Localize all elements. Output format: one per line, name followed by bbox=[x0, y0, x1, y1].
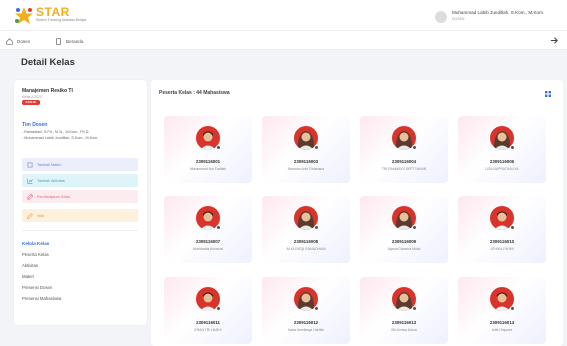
menu-item-activities[interactable]: Aktivitas bbox=[22, 263, 38, 268]
status-dot bbox=[216, 145, 221, 150]
star-logo-icon bbox=[15, 7, 33, 24]
course-name: Manajemen Resiko TI bbox=[22, 88, 73, 94]
student-card[interactable]: 2309116010 ATHIKA FAHMI bbox=[458, 196, 546, 263]
menu-item-materials[interactable]: Materi bbox=[22, 274, 34, 279]
student-name: Alyssa Dianeira Mutia bbox=[387, 247, 421, 251]
participants-panel: Peserta Kelas : 44 Mahasiswa 2309116001 M… bbox=[151, 80, 563, 346]
nav-item-label: Dosen bbox=[17, 38, 31, 44]
student-card[interactable]: 2309116003 Nauman Arini Fitriahana bbox=[262, 116, 350, 183]
document-icon bbox=[27, 162, 33, 167]
button-label: Nilai bbox=[37, 213, 45, 218]
class-info-card: Manajemen Resiko TI Kelas A 2023 GANJIL … bbox=[14, 80, 147, 325]
student-card[interactable]: 2309116012 Nada Amelissya Hardini bbox=[262, 277, 350, 344]
logo-subtitle: Sistem Tracking Aktivitas Belajar bbox=[36, 18, 87, 22]
student-name: ALYA RIZQI RAMADHANI bbox=[286, 247, 326, 251]
student-nim: 2309116008 bbox=[293, 239, 319, 244]
student-nim: 2309116012 bbox=[293, 320, 319, 325]
status-dot bbox=[510, 225, 515, 230]
add-material-button[interactable]: Tambah Materi bbox=[22, 158, 138, 171]
status-dot bbox=[314, 225, 319, 230]
menu-item-participants[interactable]: Peserta Kelas bbox=[22, 252, 49, 257]
student-card[interactable]: 2309116004 TRI RAHMAYU SEPTYAHAN bbox=[360, 116, 448, 183]
user-name[interactable]: Muhammad Labib Jundillah, S.Kom., M.Kom. bbox=[452, 10, 544, 15]
student-name: Muhammad Nur Fadilah bbox=[189, 167, 227, 171]
nav-bar: Dosen Beranda bbox=[0, 30, 567, 50]
menu-item-lecturer-attendance[interactable]: Presensi Dosen bbox=[22, 285, 52, 290]
student-nim: 2309116009 bbox=[391, 239, 417, 244]
arrow-right-icon[interactable] bbox=[550, 36, 559, 45]
student-card[interactable]: 2309116013 Siti Annisa Adura bbox=[360, 277, 448, 344]
status-dot bbox=[412, 306, 417, 311]
student-name: Aditri Saputra bbox=[491, 328, 513, 332]
status-dot bbox=[314, 306, 319, 311]
button-label: Pembelajaran Kelas bbox=[37, 194, 71, 199]
student-card[interactable]: 2309116014 Aditri Saputra bbox=[458, 277, 546, 344]
student-name: ERAN TRI HADHI bbox=[194, 328, 222, 332]
student-name: Nada Amelissya Hardini bbox=[288, 328, 324, 332]
grades-button[interactable]: Nilai bbox=[22, 209, 138, 222]
nav-item-label: Beranda bbox=[66, 38, 84, 44]
app-logo[interactable]: STAR Sistem Tracking Aktivitas Belajar bbox=[14, 5, 87, 27]
status-dot bbox=[216, 306, 221, 311]
edit-icon bbox=[27, 212, 33, 219]
student-card[interactable]: 2309116007 Mochtadila Akharusi bbox=[164, 196, 252, 263]
semester-badge: GANJIL bbox=[22, 100, 40, 105]
student-name: LISA NAPRATHALIYA bbox=[485, 167, 519, 171]
chart-icon bbox=[27, 178, 33, 184]
top-bar: STAR Sistem Tracking Aktivitas Belajar M… bbox=[0, 0, 567, 30]
class-teaching-button[interactable]: Pembelajaran Kelas bbox=[22, 190, 138, 203]
document-icon bbox=[56, 37, 61, 45]
student-nim: 2309116003 bbox=[293, 159, 319, 164]
button-label: Tambah Materi bbox=[37, 162, 62, 167]
student-card[interactable]: 2309116009 Alyssa Dianeira Mutia bbox=[360, 196, 448, 263]
student-nim: 2309116013 bbox=[391, 320, 417, 325]
add-activity-button[interactable]: Tambah Aktivitas bbox=[22, 174, 138, 187]
student-nim: 2309116006 bbox=[489, 159, 515, 164]
student-nim: 2309116001 bbox=[195, 159, 221, 164]
divider bbox=[22, 230, 138, 231]
status-dot bbox=[412, 225, 417, 230]
nav-item-dosen[interactable]: Dosen bbox=[6, 36, 30, 46]
grid-view-icon[interactable] bbox=[545, 91, 551, 97]
student-nim: 2309116007 bbox=[195, 239, 221, 244]
button-label: Tambah Aktivitas bbox=[37, 178, 65, 183]
student-name: TRI RAHMAYU SEPTYAHAN bbox=[381, 167, 427, 171]
student-nim: 2309116011 bbox=[196, 320, 220, 325]
course-subtitle: Kelas A 2023 bbox=[22, 95, 42, 99]
student-name: ATHIKA FAHMI bbox=[490, 247, 514, 251]
student-card[interactable]: 2309116001 Muhammad Nur Fadilah bbox=[164, 116, 252, 183]
link-icon bbox=[27, 193, 33, 200]
status-dot bbox=[314, 145, 319, 150]
user-role: DOSEN bbox=[452, 17, 465, 21]
student-nim: 2309116014 bbox=[489, 320, 515, 325]
home-icon bbox=[6, 37, 13, 45]
nav-item-beranda[interactable]: Beranda bbox=[55, 36, 83, 46]
student-card[interactable]: 2309116008 ALYA RIZQI RAMADHANI bbox=[262, 196, 350, 263]
student-name: Mochtadila Akharusi bbox=[192, 247, 224, 251]
status-dot bbox=[412, 145, 417, 150]
menu-item-student-attendance[interactable]: Presensi Mahasiswa bbox=[22, 296, 61, 301]
logo-text: STAR bbox=[36, 5, 70, 19]
status-dot bbox=[510, 145, 515, 150]
participants-header: Peserta Kelas : 44 Mahasiswa bbox=[159, 90, 230, 96]
team-title: Tim Dosen bbox=[22, 122, 48, 128]
status-dot bbox=[216, 225, 221, 230]
menu-title: Kelola Kelas bbox=[22, 241, 50, 246]
student-nim: 2309116010 bbox=[489, 239, 515, 244]
status-dot bbox=[510, 306, 515, 311]
student-name: Siti Annisa Adura bbox=[391, 328, 417, 332]
student-card[interactable]: 2309116011 ERAN TRI HADHI bbox=[164, 277, 252, 344]
team-member: - Muhammad Labib Jundillah, S.Kom., M.Ko… bbox=[22, 136, 99, 140]
student-card[interactable]: 2309116006 LISA NAPRATHALIYA bbox=[458, 116, 546, 183]
team-member: - Ramadiani, S.Pd., M.Si., M.Kom., Ph.D. bbox=[22, 130, 90, 134]
student-name: Nauman Arini Fitriahana bbox=[287, 167, 325, 171]
user-avatar[interactable] bbox=[435, 11, 447, 23]
page-title: Detail Kelas bbox=[21, 57, 75, 68]
student-nim: 2309116004 bbox=[391, 159, 417, 164]
